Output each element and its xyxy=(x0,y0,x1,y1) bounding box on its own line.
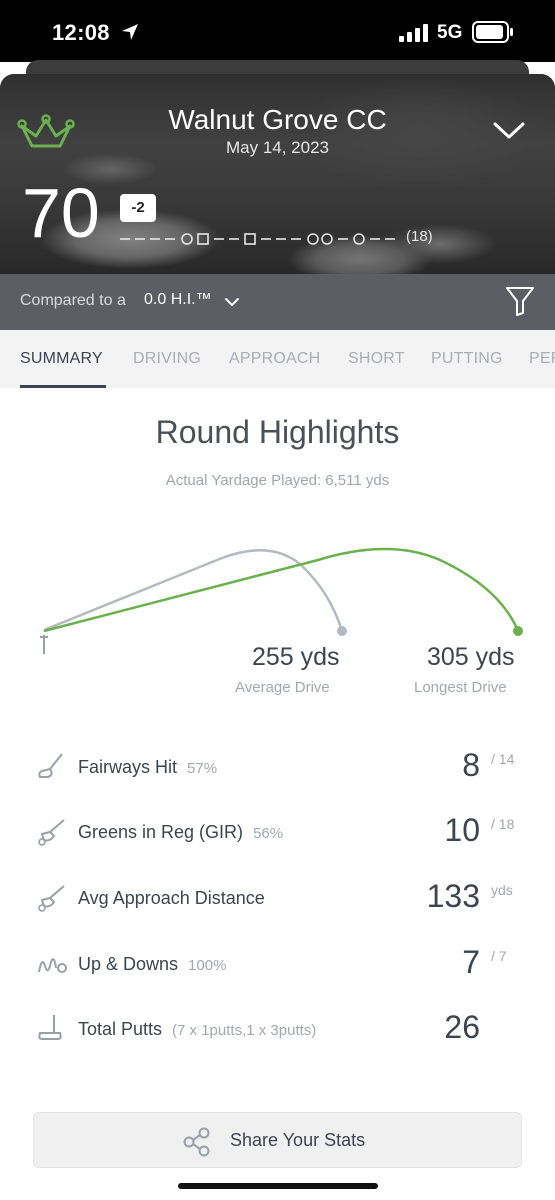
longest-drive-endpoint xyxy=(513,626,523,636)
stat-suffix: / 7 xyxy=(491,948,507,964)
handicap-value[interactable]: 0.0 H.I.™ xyxy=(144,291,212,309)
home-indicator[interactable] xyxy=(178,1183,378,1189)
stat-label: Greens in Reg (GIR) 56% xyxy=(78,822,284,842)
cellular-signal-icon xyxy=(399,24,428,42)
status-time: 12:08 xyxy=(52,20,110,45)
stat-detail: (7 x 1putts,1 x 3putts) xyxy=(172,1022,317,1039)
stat-percentage: 100% xyxy=(188,957,227,974)
putter-icon xyxy=(38,1015,62,1040)
longest-drive-caption: Longest Drive xyxy=(414,679,507,696)
yardage-played: Actual Yardage Played: 6,511 yds xyxy=(165,472,390,489)
iron-club-icon xyxy=(38,819,65,846)
tab-approach[interactable]: APPROACH xyxy=(229,350,320,368)
stat-percentage: 57% xyxy=(187,760,218,777)
location-arrow-icon xyxy=(122,24,138,40)
stat-value: 7 xyxy=(462,944,480,980)
golf-tee-icon xyxy=(40,635,48,654)
stat-row-fairways[interactable]: Fairways Hit 57% 8 / 14 xyxy=(0,741,555,791)
tab-putting[interactable]: PUTTING xyxy=(431,350,503,368)
stat-label: Up & Downs 100% xyxy=(78,954,227,974)
average-drive-endpoint xyxy=(337,626,347,636)
share-icon xyxy=(183,1127,210,1157)
to-par-badge: -2 xyxy=(120,194,156,222)
stats-tabs: SUMMARY DRIVING APPROACH SHORT PUTTING P… xyxy=(0,330,555,388)
stat-label: Avg Approach Distance xyxy=(78,888,265,908)
stat-value: 133 xyxy=(426,878,480,914)
stat-suffix: yds xyxy=(491,882,513,898)
stat-value: 10 xyxy=(444,812,480,848)
round-score: 70 xyxy=(22,174,100,252)
stat-suffix: / 18 xyxy=(491,816,515,832)
holes-count: (18) xyxy=(406,228,433,245)
tab-summary[interactable]: SUMMARY xyxy=(20,350,103,368)
stat-value: 8 xyxy=(462,747,480,783)
iron-club-icon xyxy=(38,885,65,912)
stat-row-gir[interactable]: Greens in Reg (GIR) 56% 10 / 18 xyxy=(0,806,555,856)
longest-drive-arc xyxy=(43,547,520,633)
comparison-prefix: Compared to a xyxy=(20,292,126,309)
driver-club-icon xyxy=(38,753,63,778)
hole-by-hole-track xyxy=(120,233,395,245)
stat-percentage: 56% xyxy=(253,825,284,842)
network-label: 5G xyxy=(437,22,463,43)
stat-label: Fairways Hit 57% xyxy=(78,757,218,777)
stat-suffix: / 14 xyxy=(491,751,515,767)
round-date: May 14, 2023 xyxy=(225,138,329,157)
stat-row-up-and-downs[interactable]: Up & Downs 100% 7 / 7 xyxy=(0,938,555,988)
chevron-down-icon[interactable] xyxy=(224,296,240,308)
average-drive-caption: Average Drive xyxy=(235,679,330,696)
average-drive-value: 255 yds xyxy=(252,643,340,671)
share-stats-button[interactable]: Share Your Stats xyxy=(33,1112,522,1168)
section-title: Round Highlights xyxy=(155,414,400,450)
share-label: Share Your Stats xyxy=(230,1130,366,1150)
tab-short[interactable]: SHORT xyxy=(348,350,405,368)
chevron-down-icon[interactable] xyxy=(492,120,526,142)
longest-drive-value: 305 yds xyxy=(427,643,515,671)
status-bar: 12:08 5G xyxy=(0,0,555,62)
stat-value: 26 xyxy=(444,1009,480,1045)
course-name: Walnut Grove CC xyxy=(168,104,387,135)
round-header: Walnut Grove CC May 14, 2023 70 -2 (18) xyxy=(0,74,555,274)
filter-icon[interactable] xyxy=(505,285,535,317)
battery-icon xyxy=(472,21,513,43)
chip-shot-icon xyxy=(38,958,67,973)
stat-label: Total Putts (7 x 1putts,1 x 3putts) xyxy=(78,1019,317,1039)
stat-row-total-putts[interactable]: Total Putts (7 x 1putts,1 x 3putts) 26 xyxy=(0,1003,555,1053)
tab-driving[interactable]: DRIVING xyxy=(133,350,201,368)
tab-performance[interactable]: PERF xyxy=(529,350,555,368)
comparison-selector[interactable]: Compared to a 0.0 H.I.™ xyxy=(0,274,555,330)
stat-row-approach-distance[interactable]: Avg Approach Distance 133 yds xyxy=(0,872,555,922)
active-tab-indicator xyxy=(20,385,106,388)
